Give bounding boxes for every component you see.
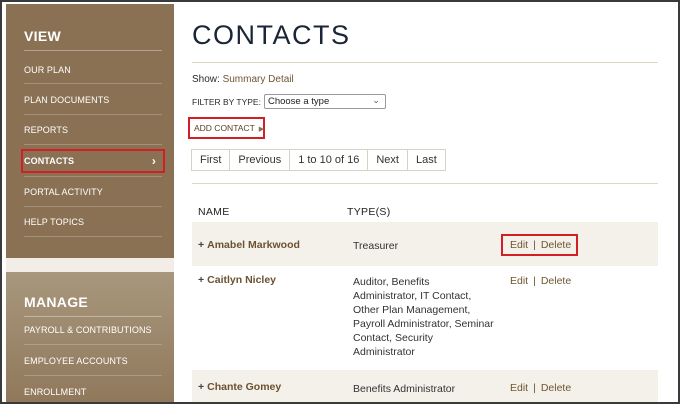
pager-first-button[interactable]: First	[191, 149, 231, 171]
delete-link[interactable]: Delete	[541, 382, 571, 394]
pagination: First Previous 1 to 10 of 16 Next Last	[191, 149, 446, 171]
sidebar-divider	[24, 144, 162, 145]
filter-row: FILTER BY TYPE: Choose a type ⌄	[192, 94, 386, 109]
title-divider	[192, 62, 658, 63]
edit-link[interactable]: Edit	[510, 382, 528, 394]
action-separator: |	[533, 382, 536, 394]
sidebar-divider	[24, 114, 162, 115]
table-row: + Chante Gomey Benefits Administrator Edi…	[192, 370, 658, 402]
column-header-types: TYPE(S)	[347, 206, 391, 218]
sidebar-divider	[24, 236, 162, 237]
sidebar-item-reports[interactable]: REPORTS	[24, 120, 162, 140]
pager-next-button[interactable]: Next	[367, 149, 408, 171]
sidebar-item-our-plan[interactable]: OUR PLAN	[24, 60, 162, 80]
contact-types: Treasurer	[353, 240, 399, 252]
contact-name: Chante Gomey	[207, 381, 282, 393]
show-detail-link[interactable]: Detail	[268, 74, 294, 85]
show-label: Show:	[192, 74, 220, 85]
actions-highlight-box	[501, 234, 578, 256]
show-toggle-row: Show: Summary Detail	[192, 74, 294, 85]
pager-range-label: 1 to 10 of 16	[289, 149, 369, 171]
sidebar-item-help-topics[interactable]: HELP TOPICS	[24, 212, 162, 232]
sidebar-item-enrollment[interactable]: ENROLLMENT	[24, 382, 162, 402]
add-contact-button[interactable]: ADD CONTACT ▶	[188, 117, 265, 139]
row-actions: Edit | Delete	[510, 275, 571, 287]
contact-name-link[interactable]: + Chante Gomey	[198, 381, 281, 393]
pager-previous-button[interactable]: Previous	[229, 149, 291, 171]
contacts-highlight-box	[21, 149, 165, 173]
manage-panel: MANAGE PAYROLL & CONTRIBUTIONS EMPLOYEE …	[6, 272, 174, 402]
contact-types: Benefits Administrator	[353, 383, 456, 395]
filter-label: FILTER BY TYPE:	[192, 96, 261, 107]
manage-heading: MANAGE	[24, 294, 89, 310]
sidebar: VIEW OUR PLAN PLAN DOCUMENTS REPORTS CON…	[6, 4, 174, 402]
main-content: CONTACTS Show: Summary Detail FILTER BY …	[188, 4, 662, 402]
plus-icon: +	[198, 274, 205, 286]
plus-icon: +	[198, 381, 205, 393]
show-summary-link[interactable]: Summary	[223, 74, 266, 85]
sidebar-item-portal-activity[interactable]: PORTAL ACTIVITY	[24, 182, 162, 202]
app-frame: VIEW OUR PLAN PLAN DOCUMENTS REPORTS CON…	[0, 0, 680, 404]
chevron-down-icon: ⌄	[372, 95, 380, 105]
sidebar-item-payroll-contributions[interactable]: PAYROLL & CONTRIBUTIONS	[24, 320, 162, 340]
view-heading-divider	[24, 50, 162, 51]
column-header-name: NAME	[198, 206, 230, 218]
delete-link[interactable]: Delete	[541, 275, 571, 287]
sidebar-item-employee-accounts[interactable]: EMPLOYEE ACCOUNTS	[24, 351, 162, 371]
add-contact-label: ADD CONTACT	[194, 123, 255, 133]
contact-types: Auditor, Benefits Administrator, IT Cont…	[353, 276, 494, 358]
view-panel: VIEW OUR PLAN PLAN DOCUMENTS REPORTS CON…	[6, 4, 174, 258]
sidebar-divider	[24, 176, 162, 177]
sidebar-item-plan-documents[interactable]: PLAN DOCUMENTS	[24, 90, 162, 110]
sidebar-divider	[24, 375, 162, 376]
view-heading: VIEW	[24, 28, 61, 44]
sidebar-divider	[24, 83, 162, 84]
page-title: CONTACTS	[192, 20, 351, 50]
plus-icon: +	[198, 239, 205, 251]
sidebar-divider	[24, 206, 162, 207]
table-row: + Amabel Markwood Treasurer Edit | Delete	[192, 222, 658, 266]
contact-name: Amabel Markwood	[207, 239, 300, 251]
row-actions: Edit | Delete	[510, 382, 571, 394]
triangle-right-icon: ▶	[258, 126, 265, 133]
table-row: + Caitlyn Nicley Auditor, Benefits Admini…	[192, 266, 658, 370]
sidebar-divider	[24, 344, 162, 345]
edit-link[interactable]: Edit	[510, 275, 528, 287]
pager-divider	[192, 183, 658, 184]
manage-heading-divider	[24, 316, 162, 317]
contact-name-link[interactable]: + Caitlyn Nicley	[198, 274, 276, 286]
contact-name: Caitlyn Nicley	[207, 274, 277, 286]
contact-name-link[interactable]: + Amabel Markwood	[198, 239, 300, 251]
pager-last-button[interactable]: Last	[406, 149, 446, 171]
filter-type-select[interactable]: Choose a type ⌄	[263, 94, 386, 109]
filter-type-value: Choose a type	[267, 96, 330, 107]
action-separator: |	[533, 275, 536, 287]
